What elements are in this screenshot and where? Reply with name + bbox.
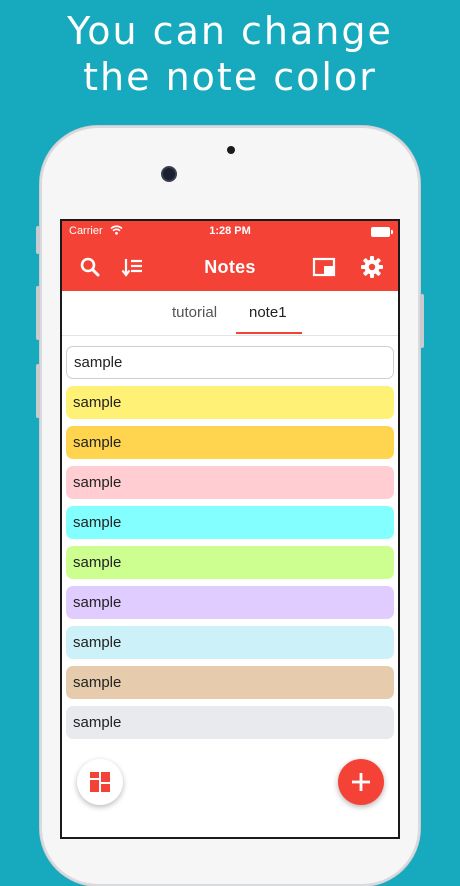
note-item[interactable]: sample <box>66 586 394 619</box>
add-note-button[interactable] <box>338 759 384 805</box>
note-item[interactable]: sample <box>66 706 394 739</box>
promo-line-2: the note color <box>83 55 377 99</box>
tab-bar: tutorial note1 <box>62 291 398 336</box>
phone-volume-up <box>36 286 40 340</box>
battery-icon <box>371 227 393 237</box>
phone-camera <box>163 168 175 180</box>
note-item[interactable]: sample <box>66 546 394 579</box>
status-time: 1:28 PM <box>209 225 251 237</box>
app-bar: Carrier 1:28 PM Notes <box>62 221 398 291</box>
phone-power-button <box>420 294 424 348</box>
note-item[interactable]: sample <box>66 666 394 699</box>
note-item[interactable]: sample <box>66 506 394 539</box>
phone-sensor <box>227 146 235 154</box>
notes-list: sample sample sample sample sample sampl… <box>66 346 394 746</box>
grid-icon <box>90 772 110 797</box>
window-icon[interactable] <box>312 255 336 279</box>
tab-note1[interactable]: note1 <box>249 304 287 321</box>
note-item[interactable]: sample <box>66 466 394 499</box>
active-tab-indicator <box>236 332 302 334</box>
toolbar: Notes <box>62 247 398 287</box>
note-item[interactable]: sample <box>66 426 394 459</box>
layout-toggle-button[interactable] <box>77 759 123 805</box>
plus-icon <box>351 772 371 797</box>
promo-headline: You can change the note color <box>0 8 460 100</box>
note-item[interactable]: sample <box>66 346 394 379</box>
tab-tutorial[interactable]: tutorial <box>172 304 217 321</box>
note-item[interactable]: sample <box>66 386 394 419</box>
note-item[interactable]: sample <box>66 626 394 659</box>
app-title: Notes <box>204 257 256 277</box>
phone-volume-down <box>36 364 40 418</box>
status-bar: Carrier 1:28 PM <box>62 221 398 241</box>
phone-mute-switch <box>36 226 40 254</box>
gear-icon[interactable] <box>360 255 384 279</box>
promo-line-1: You can change <box>67 9 393 53</box>
app-screen: Carrier 1:28 PM Notes tutorial note1 sam… <box>60 219 400 839</box>
